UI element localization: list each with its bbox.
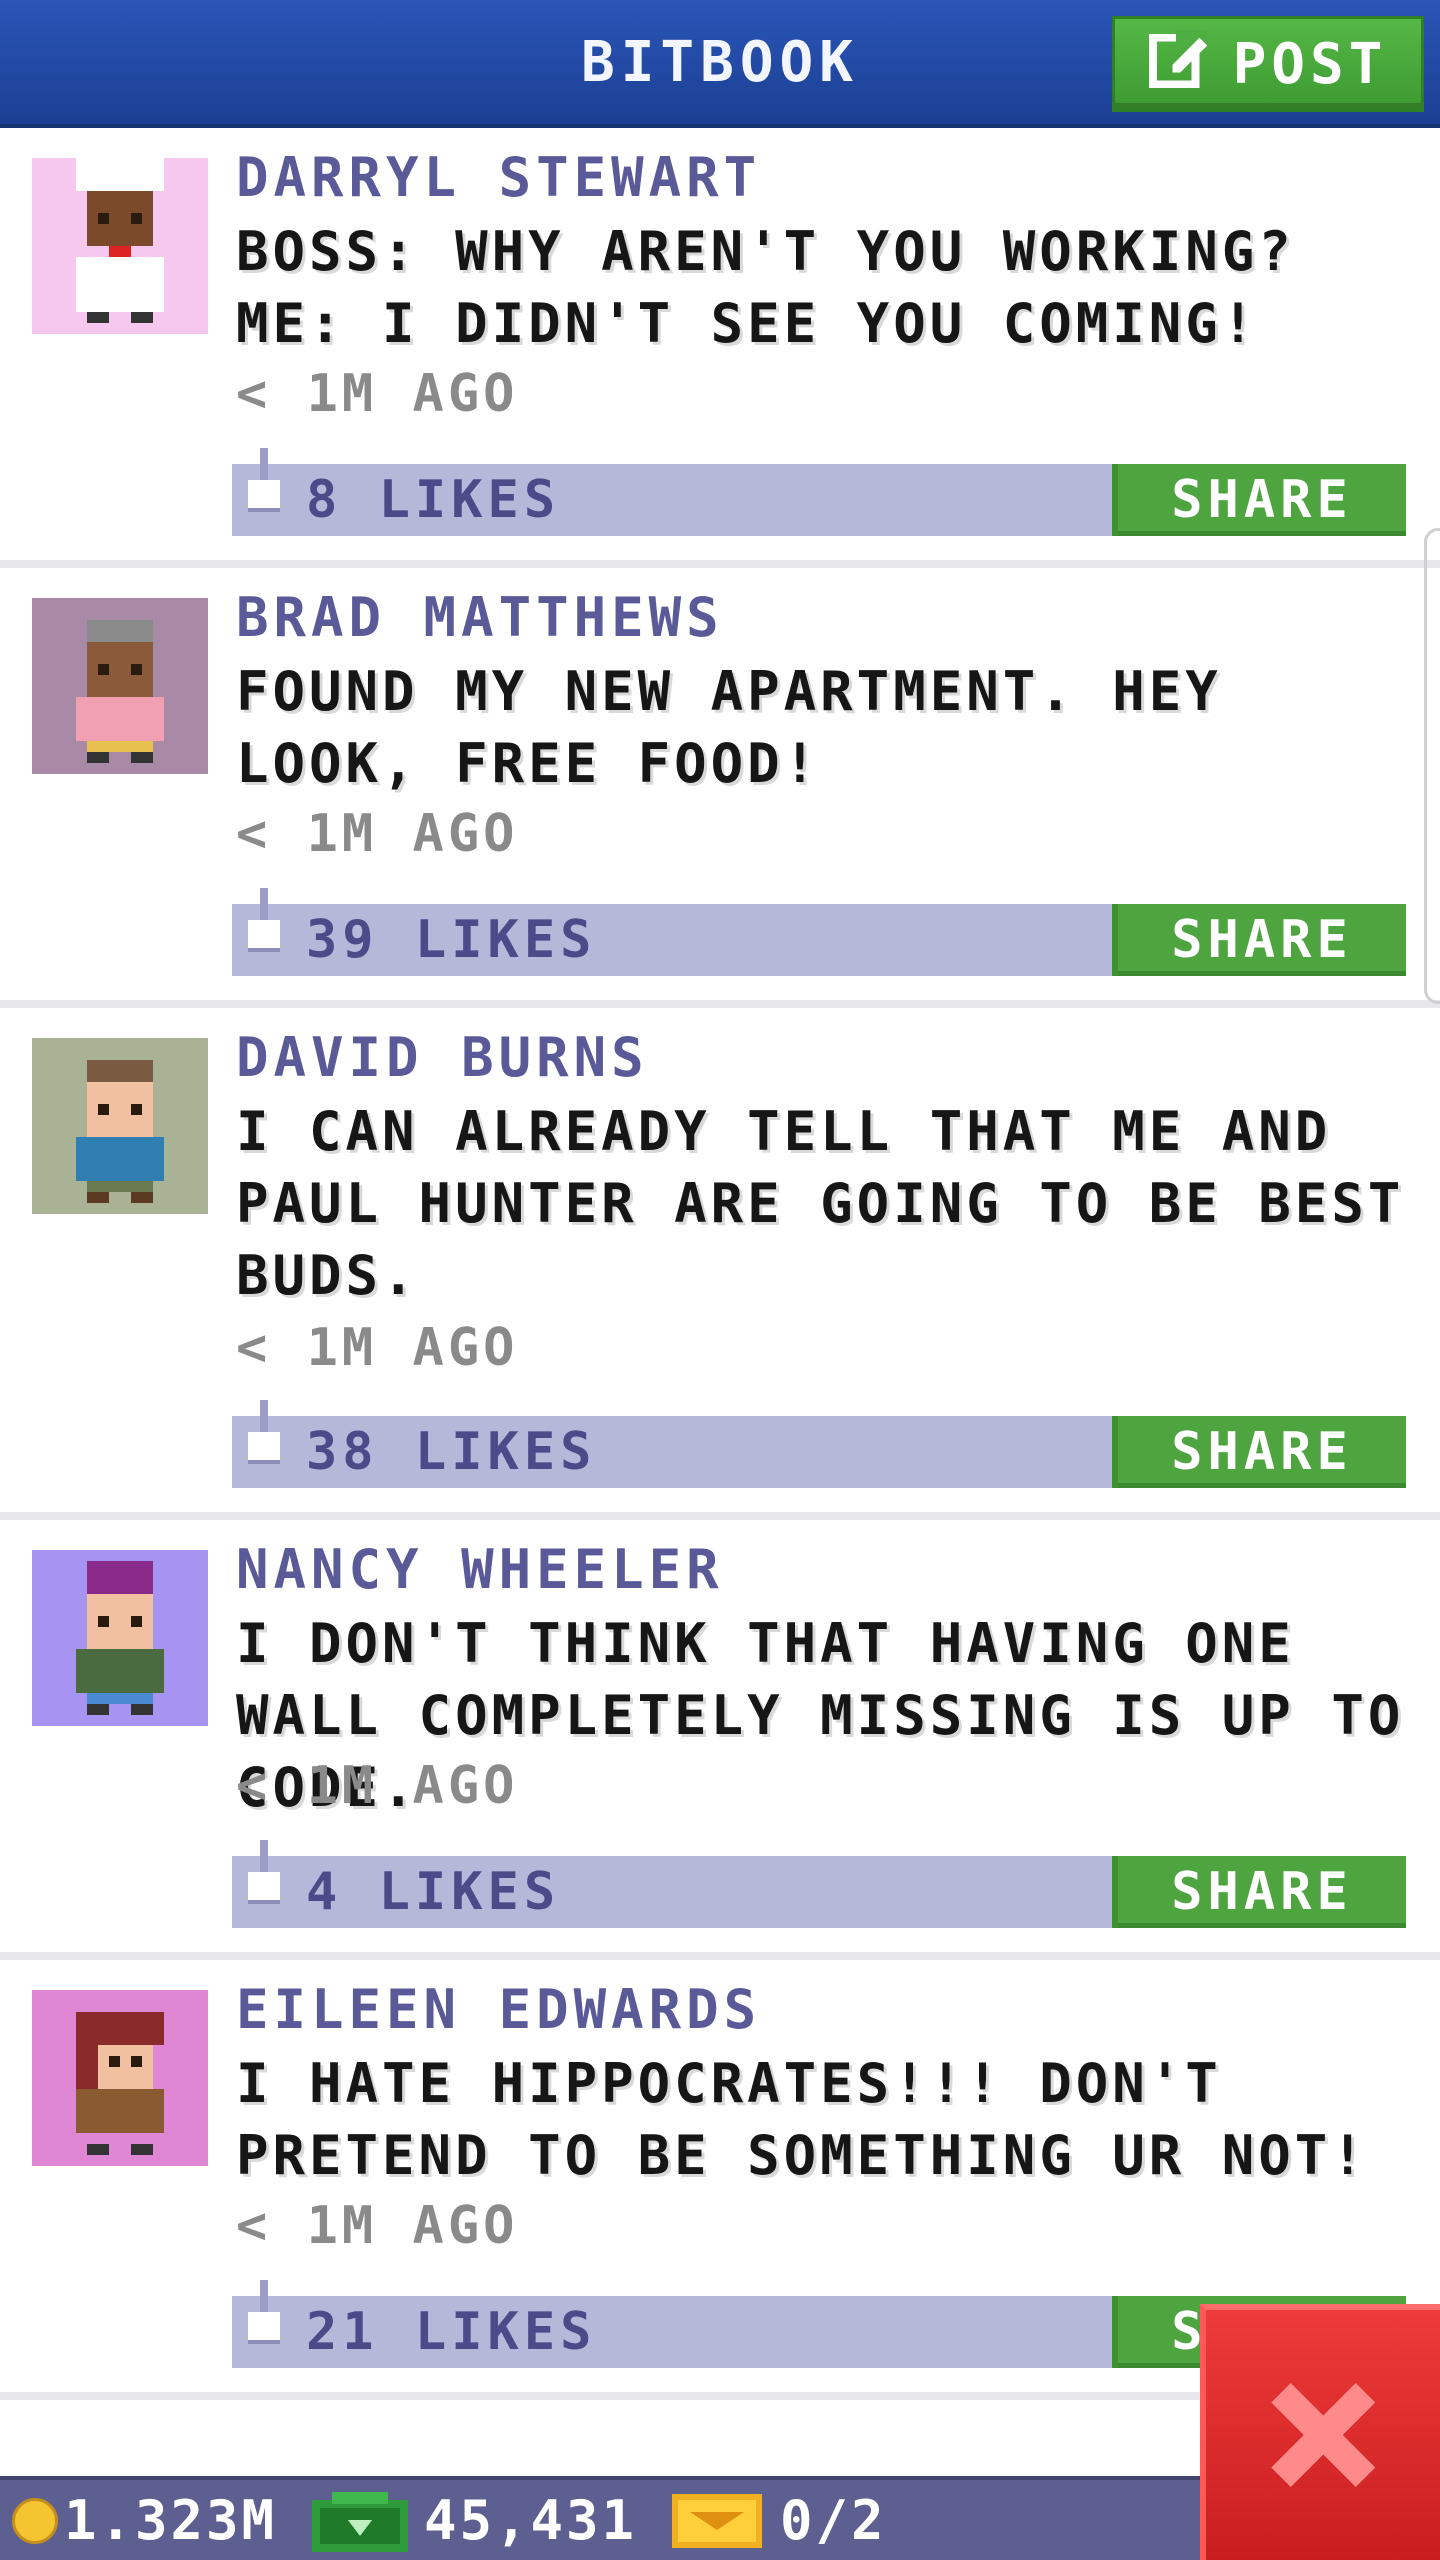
thumbs-up-icon [248, 888, 280, 952]
bux-count: 45,431 [424, 2488, 638, 2552]
bitbook-feed[interactable]: DARRYL STEWART BOSS: WHY AREN'T YOU WORK… [0, 128, 1440, 2476]
close-button[interactable] [1200, 2304, 1440, 2560]
avatar [32, 598, 208, 774]
likes-count: 21 LIKES [306, 2302, 597, 2362]
thumbs-up-icon [248, 448, 280, 512]
thumbs-up-icon [248, 1400, 280, 1464]
likes-count: 4 LIKES [306, 1862, 561, 1922]
avatar [32, 1038, 208, 1214]
post-timestamp: < 1M AGO [236, 1756, 519, 1816]
likes-bar: 4 LIKES SHARE [232, 1840, 1406, 1928]
coins-count: 1.323M [64, 2488, 278, 2552]
post-divider [0, 560, 1440, 568]
thumbs-up-icon [248, 1840, 280, 1904]
share-button[interactable]: SHARE [1112, 464, 1406, 536]
thumbs-up-icon [248, 2280, 280, 2344]
close-icon [1271, 2383, 1375, 2487]
post-timestamp: < 1M AGO [236, 364, 519, 424]
likes-count: 39 LIKES [306, 910, 597, 970]
scrollbar[interactable] [1424, 528, 1440, 1004]
post-message: I HATE HIPPOCRATES!!! DON'T PRETEND TO B… [236, 2052, 1368, 2187]
avatar [32, 1550, 208, 1726]
tickets-count: 0/2 [780, 2488, 887, 2552]
bux-icon [312, 2492, 408, 2552]
likes-bar: 38 LIKES SHARE [232, 1400, 1406, 1488]
post-timestamp: < 1M AGO [236, 2196, 519, 2256]
share-button[interactable]: SHARE [1112, 904, 1406, 976]
post-message: FOUND MY NEW APARTMENT. HEY LOOK, FREE F… [236, 660, 1222, 795]
post-author[interactable]: DAVID BURNS [236, 1026, 649, 1089]
post-divider [0, 1512, 1440, 1520]
coin-icon [12, 2498, 58, 2544]
post-timestamp: < 1M AGO [236, 1318, 519, 1378]
app-header: BITBOOK POST [0, 0, 1440, 128]
edit-icon [1148, 26, 1211, 102]
avatar [32, 158, 208, 334]
post-author[interactable]: EILEEN EDWARDS [236, 1978, 761, 2041]
likes-count: 8 LIKES [306, 470, 561, 530]
post-message: I CAN ALREADY TELL THAT ME AND PAUL HUNT… [236, 1100, 1405, 1307]
post-button-label: POST [1232, 31, 1388, 97]
post-timestamp: < 1M AGO [236, 804, 519, 864]
likes-bar: 39 LIKES SHARE [232, 888, 1406, 976]
post-divider [0, 1952, 1440, 1960]
post-message: BOSS: WHY AREN'T YOU WORKING? ME: I DIDN… [236, 220, 1295, 355]
likes-count: 38 LIKES [306, 1422, 597, 1482]
post-divider [0, 1000, 1440, 1008]
ticket-icon [672, 2494, 762, 2548]
post-button[interactable]: POST [1112, 16, 1424, 112]
post-author[interactable]: DARRYL STEWART [236, 146, 761, 209]
post-author[interactable]: BRAD MATTHEWS [236, 586, 724, 649]
share-button[interactable]: SHARE [1112, 1416, 1406, 1488]
avatar [32, 1990, 208, 2166]
share-button[interactable]: SHARE [1112, 1856, 1406, 1928]
likes-bar: 8 LIKES SHARE [232, 448, 1406, 536]
post-author[interactable]: NANCY WHEELER [236, 1538, 724, 1601]
